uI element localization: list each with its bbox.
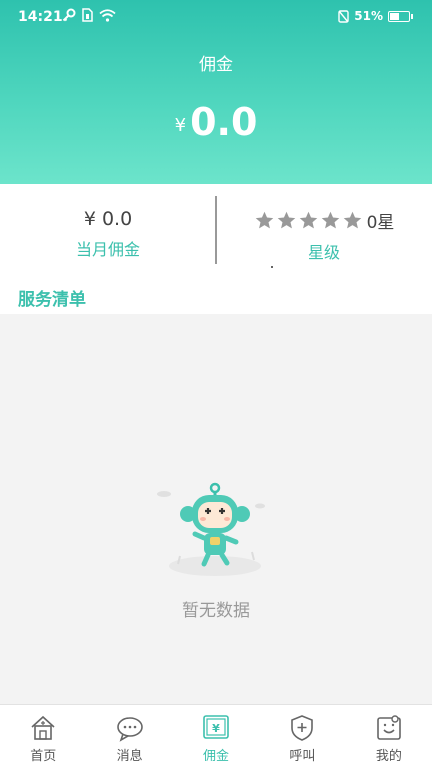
star-icon bbox=[299, 211, 317, 229]
no-nfc-icon bbox=[338, 9, 349, 23]
status-bar: 14:21 51% bbox=[0, 0, 432, 36]
tab-call[interactable]: 呼叫 bbox=[259, 705, 345, 768]
monthly-commission-label: 当月佣金 bbox=[75, 240, 140, 259]
tab-messages[interactable]: 消息 bbox=[86, 705, 172, 768]
balance-currency: ¥ bbox=[174, 115, 187, 136]
empty-state-text: 暂无数据 bbox=[182, 601, 250, 621]
tab-home[interactable]: 首页 bbox=[0, 705, 86, 768]
dot bbox=[271, 266, 273, 268]
tab-call-label: 呼叫 bbox=[289, 749, 316, 764]
svg-text:¥: ¥ bbox=[212, 722, 220, 735]
tab-mine[interactable]: 我的 bbox=[346, 705, 432, 768]
star-icon bbox=[255, 211, 273, 229]
key-icon bbox=[62, 8, 76, 22]
star-icon bbox=[277, 211, 295, 229]
tab-messages-label: 消息 bbox=[116, 749, 143, 764]
commission-balance: ¥0.0 bbox=[0, 100, 432, 144]
star-rating-value: 0星 bbox=[366, 213, 395, 233]
robot-mascot-icon bbox=[157, 482, 265, 576]
battery-percent: 51% bbox=[354, 9, 383, 23]
service-list-empty: 暂无数据 bbox=[0, 314, 432, 704]
star-rating-label: 星级 bbox=[307, 243, 340, 262]
bottom-tab-bar: 首页 消息 ¥ 佣金 呼叫 我的 bbox=[0, 704, 432, 768]
monthly-commission[interactable]: ¥ 0.0 当月佣金 bbox=[0, 184, 216, 268]
page-title: 佣金 bbox=[199, 55, 233, 75]
header: 14:21 51% 佣金 ¥0.0 bbox=[0, 0, 432, 184]
battery-fill bbox=[390, 12, 400, 20]
wifi-icon bbox=[99, 8, 116, 22]
star-rating[interactable]: 0星 星级 bbox=[216, 184, 432, 268]
shield-plus-icon bbox=[291, 715, 314, 741]
balance-amount: 0.0 bbox=[190, 100, 258, 144]
status-time: 14:21 bbox=[18, 9, 63, 25]
yen-icon: ¥ bbox=[203, 715, 229, 739]
star-icon bbox=[321, 211, 339, 229]
star-icon bbox=[343, 211, 361, 229]
tab-commission[interactable]: ¥ 佣金 bbox=[173, 705, 259, 768]
monthly-commission-value: ¥ 0.0 bbox=[83, 208, 133, 230]
sim-icon bbox=[82, 8, 93, 22]
home-icon bbox=[31, 715, 55, 740]
profile-icon bbox=[377, 715, 401, 740]
stars-icon-row bbox=[254, 210, 363, 231]
message-icon bbox=[116, 717, 143, 742]
tab-mine-label: 我的 bbox=[375, 749, 402, 764]
battery-icon bbox=[388, 10, 413, 22]
tab-home-label: 首页 bbox=[30, 749, 57, 764]
tab-commission-label: 佣金 bbox=[203, 749, 230, 764]
service-list-title: 服务清单 bbox=[18, 290, 86, 310]
stats-panel: ¥ 0.0 当月佣金 0星 星级 服务清单 bbox=[0, 184, 432, 314]
